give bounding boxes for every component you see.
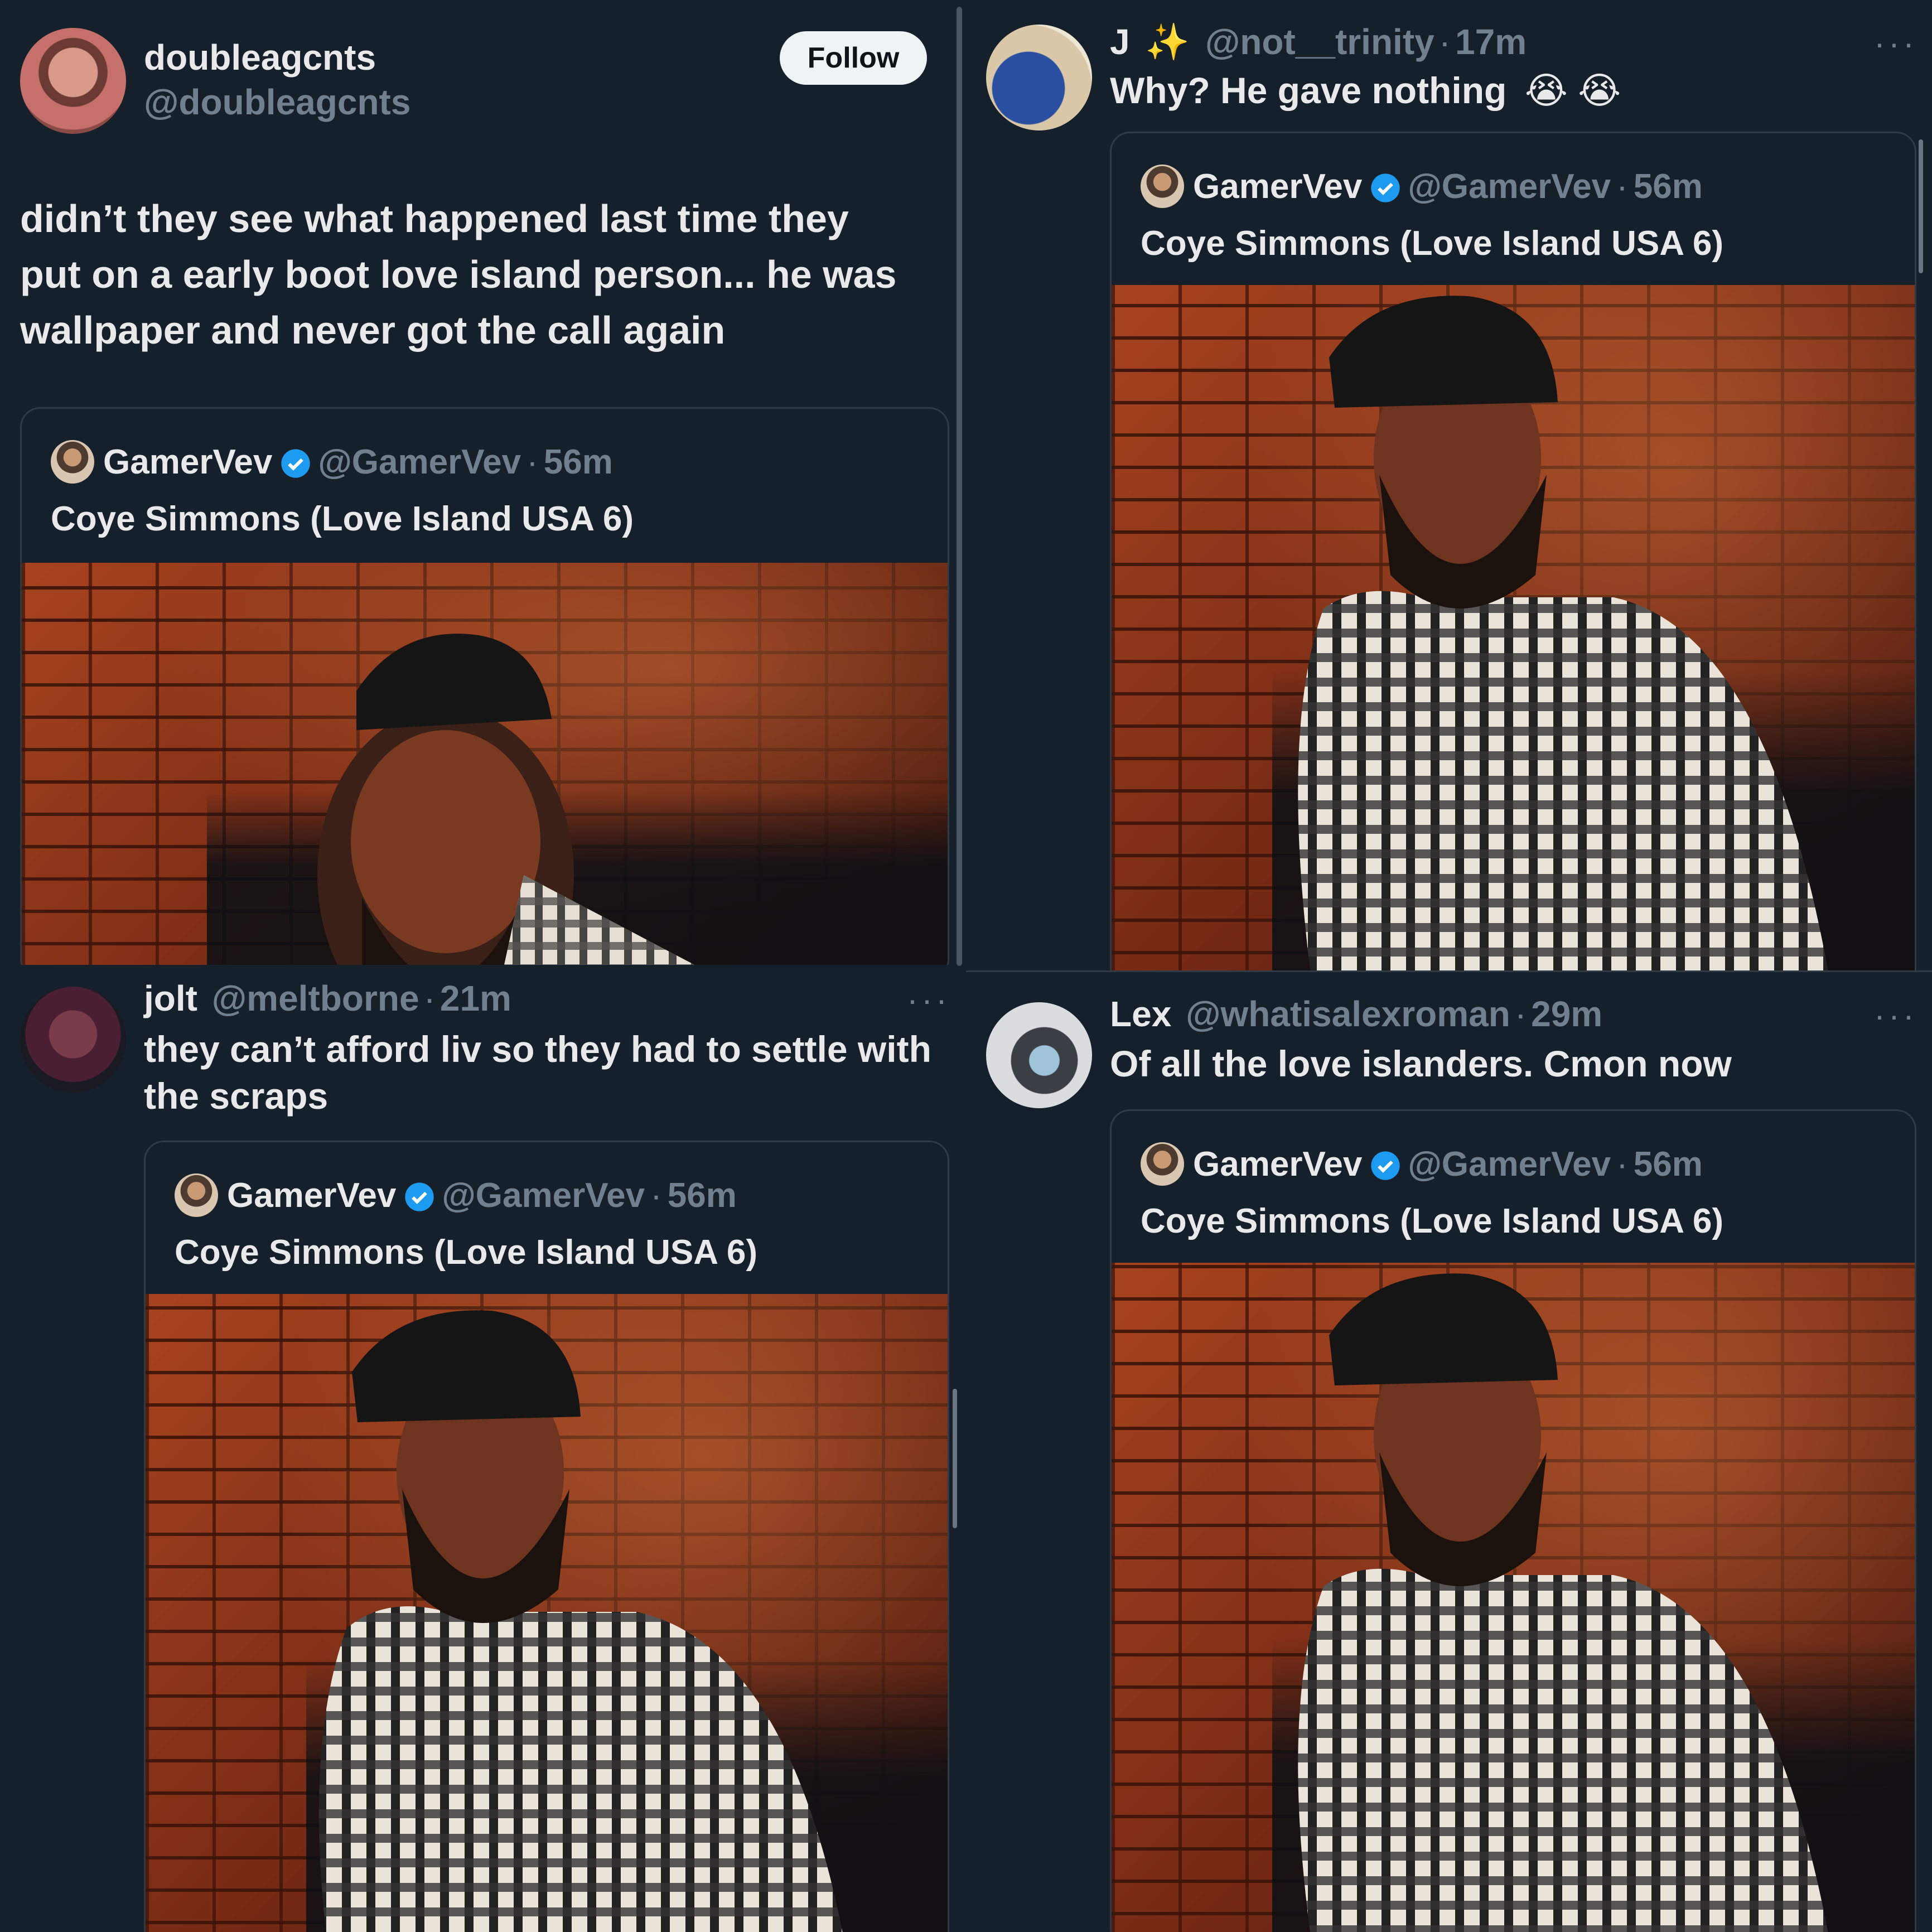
timestamp[interactable]: 17m — [1455, 22, 1527, 62]
quoted-timestamp: 56m — [1633, 1145, 1703, 1184]
user-handle[interactable]: @whatisalexroman — [1186, 994, 1510, 1034]
quoted-tweet[interactable]: GamerVev @GamerVev · 56m Coye Simmons (Love… — [20, 407, 949, 965]
scrollbar-thumb[interactable] — [1919, 139, 1923, 273]
quoted-display-name: GamerVev — [1193, 1145, 1363, 1184]
scrollbar-thumb[interactable] — [953, 1389, 957, 1528]
person-silhouette — [1298, 1273, 1828, 1932]
quoted-photo[interactable] — [22, 563, 948, 965]
quoted-tweet-header: GamerVev @GamerVev · 56m — [175, 1173, 737, 1217]
quoted-photo[interactable] — [146, 1294, 948, 1932]
separator-dot: · — [1438, 22, 1451, 62]
separator-dot: · — [1514, 994, 1527, 1034]
verified-badge-icon — [1371, 1151, 1400, 1180]
quoted-handle: @GamerVev — [318, 443, 521, 481]
tweet-text: Of all the love islanders. Cmon now — [1110, 1043, 1732, 1084]
avatar[interactable] — [20, 28, 126, 134]
quoted-tweet[interactable]: GamerVev @GamerVev · 56m Coye Simmons (Love… — [1110, 132, 1916, 970]
vertical-divider — [954, 0, 966, 1932]
separator-dot: · — [650, 1176, 662, 1215]
post-not-trinity[interactable]: J ✨ @not__trinity · 17m ··· Why? He gave n… — [966, 0, 1932, 970]
quoted-tweet[interactable]: GamerVev @GamerVev · 56m Coye Simmons (Love… — [1110, 1109, 1916, 1932]
verified-badge-icon — [405, 1182, 434, 1211]
post-doubleagcnts[interactable]: doubleagcnts @doubleagcnts Follow didn’t… — [0, 0, 954, 965]
person-silhouette — [1298, 296, 1828, 970]
avatar[interactable] — [986, 1002, 1092, 1108]
user-handle[interactable]: @doubleagcnts — [144, 80, 410, 124]
post-header: Lex @whatisalexroman · 29m — [1110, 992, 1602, 1036]
post-meltborne[interactable]: jolt @meltborne · 21m ··· they can’t affor… — [0, 973, 954, 1932]
quoted-tweet-text: Coye Simmons (Love Island USA 6) — [51, 500, 634, 538]
tweet-text: didn’t they see what happened last time … — [20, 191, 896, 358]
post-header: J ✨ @not__trinity · 17m — [1110, 20, 1527, 64]
quoted-handle: @GamerVev — [1408, 167, 1611, 206]
timestamp[interactable]: 21m — [440, 978, 511, 1018]
more-options-icon[interactable]: ··· — [1874, 999, 1917, 1032]
verified-badge-icon — [281, 449, 311, 478]
quoted-tweet-text: Coye Simmons (Love Island USA 6) — [175, 1233, 758, 1272]
tweet-text-line: the scraps — [144, 1075, 329, 1117]
follow-button[interactable]: Follow — [780, 31, 927, 85]
tweet-text: Why? He gave nothing 😭 😭 — [1110, 68, 1621, 113]
quoted-tweet-header: GamerVev @GamerVev · 56m — [1141, 1142, 1703, 1186]
person-silhouette — [317, 634, 695, 965]
quoted-photo[interactable] — [1112, 1263, 1915, 1932]
tweet-text-line: wallpaper and never got the call again — [20, 308, 726, 352]
quoted-timestamp: 56m — [667, 1176, 737, 1215]
quoted-photo[interactable] — [1112, 285, 1915, 970]
crying-emoji: 😭 😭 — [1524, 70, 1621, 111]
post-whatisalexroman[interactable]: Lex @whatisalexroman · 29m ··· Of all the … — [966, 979, 1932, 1932]
quoted-tweet-text: Coye Simmons (Love Island USA 6) — [1141, 224, 1724, 263]
quoted-handle: @GamerVev — [1408, 1145, 1611, 1184]
horizontal-divider — [966, 970, 1932, 972]
display-name[interactable]: doubleagcnts — [144, 36, 376, 79]
avatar[interactable] — [20, 987, 126, 1093]
separator-dot: · — [1616, 1145, 1628, 1184]
quoted-timestamp: 56m — [543, 443, 613, 481]
timestamp[interactable]: 29m — [1531, 994, 1602, 1034]
tweet-text-line: put on a early boot love island person..… — [20, 253, 897, 296]
quoted-avatar — [1141, 165, 1184, 208]
more-options-icon[interactable]: ··· — [1874, 27, 1917, 60]
quoted-display-name: GamerVev — [227, 1176, 397, 1215]
quoted-handle: @GamerVev — [442, 1176, 645, 1215]
separator-dot: · — [423, 978, 436, 1018]
quoted-tweet-header: GamerVev @GamerVev · 56m — [1141, 165, 1703, 208]
user-handle[interactable]: @meltborne — [212, 978, 419, 1018]
tweet-text-line: didn’t they see what happened last time … — [20, 197, 849, 240]
tweet-text-content: Why? He gave nothing — [1110, 70, 1507, 111]
user-handle[interactable]: @not__trinity — [1205, 22, 1434, 62]
quoted-avatar — [51, 440, 94, 484]
tweet-text: they can’t afford liv so they had to set… — [144, 1026, 931, 1119]
verified-badge-icon — [1371, 173, 1400, 202]
quoted-avatar — [175, 1173, 218, 1217]
post-header: jolt @meltborne · 21m — [144, 977, 511, 1020]
person-silhouette — [318, 1310, 843, 1932]
quoted-avatar — [1141, 1142, 1184, 1186]
sparkles-emoji: ✨ — [1145, 22, 1190, 62]
quoted-display-name: GamerVev — [103, 443, 273, 481]
separator-dot: · — [1616, 167, 1628, 206]
quoted-timestamp: 56m — [1633, 167, 1703, 206]
avatar[interactable] — [986, 25, 1092, 131]
display-name[interactable]: Lex — [1110, 994, 1171, 1034]
quoted-display-name: GamerVev — [1193, 167, 1363, 206]
tweet-text-line: they can’t afford liv so they had to set… — [144, 1028, 931, 1070]
quoted-tweet-text: Coye Simmons (Love Island USA 6) — [1141, 1202, 1724, 1240]
more-options-icon[interactable]: ··· — [907, 983, 950, 1017]
quoted-tweet-header: GamerVev @GamerVev · 56m — [51, 440, 613, 484]
display-name[interactable]: J — [1110, 22, 1130, 62]
display-name[interactable]: jolt — [144, 978, 197, 1018]
quoted-tweet[interactable]: GamerVev @GamerVev · 56m Coye Simmons (Love… — [144, 1141, 949, 1932]
separator-dot: · — [527, 443, 538, 481]
